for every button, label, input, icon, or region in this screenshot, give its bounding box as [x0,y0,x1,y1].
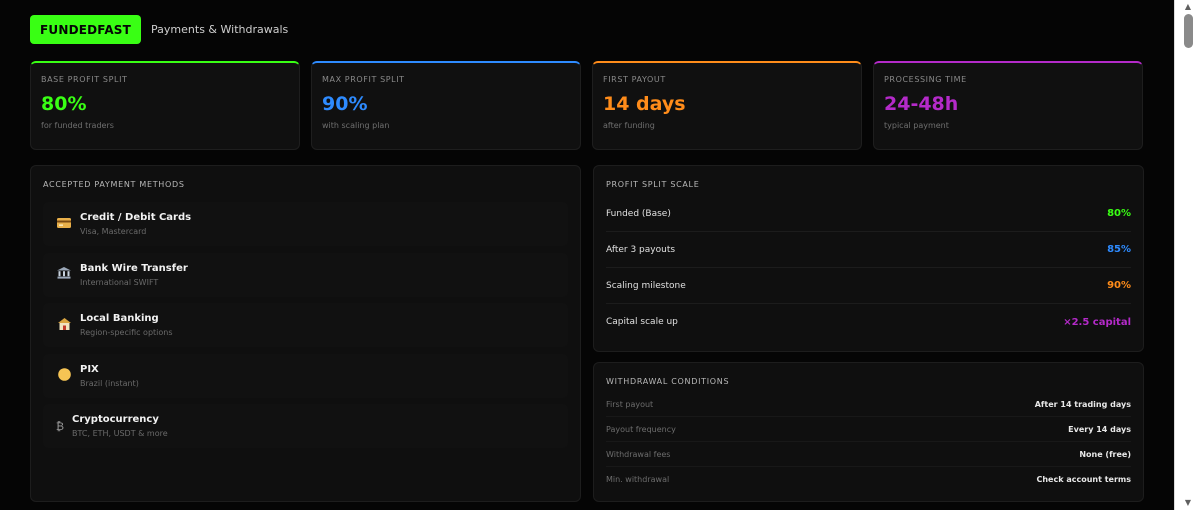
stat-cards: BASE PROFIT SPLIT 80% for funded traders… [30,61,1143,150]
stat-sub: for funded traders [41,121,114,130]
stat-sub: with scaling plan [322,121,390,130]
method-name: Cryptocurrency [72,414,159,425]
stat-label: FIRST PAYOUT [603,75,666,84]
payment-method-pix[interactable]: PIX Brazil (instant) [43,353,568,398]
condition-value: After 14 trading days [1034,399,1131,409]
bitcoin-icon: ₿ [55,419,65,433]
stat-value: 80% [41,93,87,115]
stat-label: BASE PROFIT SPLIT [41,75,128,84]
method-desc: International SWIFT [80,277,159,287]
condition-label: Min. withdrawal [606,475,670,484]
page: FUNDEDFAST Payments & Withdrawals BASE P… [0,0,1174,510]
condition-rows: First payout After 14 trading days Payou… [606,392,1131,492]
method-name: Credit / Debit Cards [80,212,192,223]
method-desc: Brazil (instant) [80,378,139,388]
condition-row: First payout After 14 trading days [606,392,1131,417]
stat-value: 24-48h [884,93,959,115]
scale-label: Funded (Base) [606,208,671,219]
stat-card-base-split: BASE PROFIT SPLIT 80% for funded traders [30,61,300,150]
method-name: PIX [80,363,99,375]
credit-card-icon [53,217,75,231]
stat-value: 14 days [603,93,686,115]
scale-value: ×2.5 capital [1063,316,1131,328]
scroll-up-arrow-icon[interactable]: ▲ [1175,0,1200,14]
payment-method-bank-wire[interactable]: Bank Wire Transfer International SWIFT [43,252,568,297]
local-bank-icon [53,317,75,333]
method-desc: Region-specific options [80,328,173,337]
method-desc: Visa, Mastercard [80,227,147,236]
payment-methods-panel: ACCEPTED PAYMENT METHODS Credit / Debit … [30,165,581,502]
stat-card-first-payout: FIRST PAYOUT 14 days after funding [592,61,862,150]
scale-value: 85% [1107,244,1131,255]
scroll-thumb[interactable] [1184,14,1193,48]
condition-row: Withdrawal fees None (free) [606,442,1131,467]
payment-method-card[interactable]: Credit / Debit Cards Visa, Mastercard [43,202,568,246]
brand-logo[interactable]: FUNDEDFAST [30,15,142,44]
pix-icon [53,367,75,384]
condition-label: Withdrawal fees [606,449,671,459]
panel-title: ACCEPTED PAYMENT METHODS [43,180,185,189]
scale-rows: Funded (Base) 80% After 3 payouts 85% Sc… [606,196,1131,340]
stat-sub: after funding [603,121,655,130]
scale-row: Capital scale up ×2.5 capital [606,304,1131,340]
method-desc: BTC, ETH, USDT & more [72,429,168,438]
stat-value: 90% [322,93,368,115]
panel-title: WITHDRAWAL CONDITIONS [606,377,730,386]
condition-row: Min. withdrawal Check account terms [606,467,1131,492]
method-name: Bank Wire Transfer [80,262,188,274]
scale-row: Funded (Base) 80% [606,196,1131,232]
scale-label: Scaling milestone [606,280,686,291]
payment-method-crypto[interactable]: ₿ Cryptocurrency BTC, ETH, USDT & more [43,404,568,448]
condition-value: Every 14 days [1068,424,1131,434]
condition-row: Payout frequency Every 14 days [606,417,1131,442]
withdrawal-conditions-panel: WITHDRAWAL CONDITIONS First payout After… [593,362,1144,502]
stat-card-max-split: MAX PROFIT SPLIT 90% with scaling plan [311,61,581,150]
stat-sub: typical payment [884,121,949,130]
profit-split-scale-panel: PROFIT SPLIT SCALE Funded (Base) 80% Aft… [593,165,1144,352]
condition-value: None (free) [1079,449,1131,459]
bank-icon [53,267,75,282]
condition-label: Payout frequency [606,424,676,434]
method-name: Local Banking [80,313,159,324]
page-title: Payments & Withdrawals [151,23,289,36]
vertical-scrollbar[interactable]: ▲ ▼ [1174,0,1200,510]
condition-label: First payout [606,399,654,409]
payment-method-list: Credit / Debit Cards Visa, Mastercard Ba… [43,202,568,448]
scale-row: After 3 payouts 85% [606,232,1131,268]
scale-label: After 3 payouts [606,244,676,255]
stat-label: PROCESSING TIME [884,75,967,84]
scale-row: Scaling milestone 90% [606,268,1131,304]
panel-title: PROFIT SPLIT SCALE [606,180,700,189]
scroll-down-arrow-icon[interactable]: ▼ [1175,496,1200,510]
scale-value: 80% [1107,208,1131,219]
header: FUNDEDFAST Payments & Withdrawals [30,15,288,44]
scale-label: Capital scale up [606,317,678,327]
scale-value: 90% [1107,280,1131,291]
stat-card-processing-time: PROCESSING TIME 24-48h typical payment [873,61,1143,150]
condition-value: Check account terms [1036,475,1131,484]
stat-label: MAX PROFIT SPLIT [322,75,405,84]
payment-method-local-banking[interactable]: Local Banking Region-specific options [43,303,568,347]
